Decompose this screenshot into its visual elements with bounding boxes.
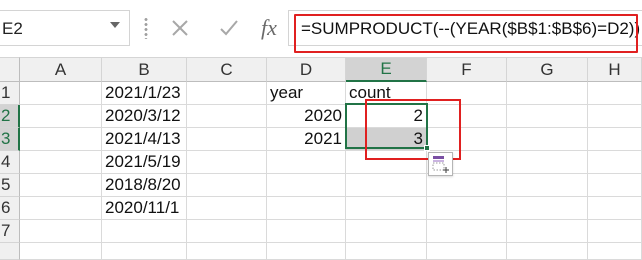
cell-a5[interactable]: [20, 174, 102, 197]
cell-g2[interactable]: [507, 105, 588, 128]
column-header-b[interactable]: B: [102, 57, 187, 82]
cell-a1[interactable]: [20, 82, 102, 105]
cell-c8[interactable]: [187, 243, 267, 260]
row-header-4[interactable]: 4: [0, 151, 20, 174]
cell-e7[interactable]: [346, 220, 427, 243]
cell-c1[interactable]: [187, 82, 267, 105]
cell-c6[interactable]: [187, 197, 267, 220]
cell-e4[interactable]: [346, 151, 427, 174]
row-header-1[interactable]: 1: [0, 82, 20, 105]
column-header-f[interactable]: F: [427, 57, 507, 82]
cell-d3[interactable]: 2021: [267, 128, 346, 151]
chevron-down-icon[interactable]: [110, 22, 120, 28]
quick-analysis-icon: [432, 156, 449, 173]
cell-a2[interactable]: [20, 105, 102, 128]
column-header-g[interactable]: G: [507, 57, 588, 82]
row-header-6[interactable]: 6: [0, 197, 20, 220]
x-icon: [172, 20, 188, 36]
cell-b3[interactable]: 2021/4/13: [102, 128, 187, 151]
insert-function-button[interactable]: fx: [252, 14, 286, 42]
cell-e8[interactable]: [346, 243, 427, 260]
cell-h8[interactable]: [588, 243, 642, 260]
cell-a4[interactable]: [20, 151, 102, 174]
cell-b7[interactable]: [102, 220, 187, 243]
select-all-corner[interactable]: [0, 57, 20, 82]
cell-g3[interactable]: [507, 128, 588, 151]
check-icon: [220, 20, 238, 36]
enter-button[interactable]: [212, 14, 246, 42]
cell-f2[interactable]: [427, 105, 507, 128]
cell-h1[interactable]: [588, 82, 642, 105]
cell-e6[interactable]: [346, 197, 427, 220]
cell-c5[interactable]: [187, 174, 267, 197]
cell-e3[interactable]: 3: [346, 128, 427, 151]
cell-b6[interactable]: 2020/11/1: [102, 197, 187, 220]
cell-d5[interactable]: [267, 174, 346, 197]
cell-b5[interactable]: 2018/8/20: [102, 174, 187, 197]
cell-e5[interactable]: [346, 174, 427, 197]
cell-g7[interactable]: [507, 220, 588, 243]
cell-g1[interactable]: [507, 82, 588, 105]
cell-e2[interactable]: 2: [346, 105, 427, 128]
cell-h4[interactable]: [588, 151, 642, 174]
cancel-button[interactable]: [163, 14, 197, 42]
cell-a8[interactable]: [20, 243, 102, 260]
formula-bar: E2 fx =SUMPRODUCT(--(YEAR($B$1:$B$6)=D2)…: [0, 0, 642, 57]
row-header-3[interactable]: 3: [0, 128, 20, 151]
cell-b8[interactable]: [102, 243, 187, 260]
cell-g5[interactable]: [507, 174, 588, 197]
cell-d2[interactable]: 2020: [267, 105, 346, 128]
row-header-5[interactable]: 5: [0, 174, 20, 197]
cell-b2[interactable]: 2020/3/12: [102, 105, 187, 128]
name-box-value: E2: [2, 19, 23, 38]
cell-f1[interactable]: [427, 82, 507, 105]
formula-text: =SUMPRODUCT(--(YEAR($B$1:$B$6)=D2)): [301, 19, 641, 38]
cell-f7[interactable]: [427, 220, 507, 243]
cell-f8[interactable]: [427, 243, 507, 260]
cell-h5[interactable]: [588, 174, 642, 197]
cell-g4[interactable]: [507, 151, 588, 174]
cell-a7[interactable]: [20, 220, 102, 243]
formula-input[interactable]: =SUMPRODUCT(--(YEAR($B$1:$B$6)=D2)): [288, 10, 642, 46]
cell-e1[interactable]: count: [346, 82, 427, 105]
cell-h2[interactable]: [588, 105, 642, 128]
quick-analysis-button[interactable]: [428, 152, 453, 176]
cell-h6[interactable]: [588, 197, 642, 220]
cell-b1[interactable]: 2021/1/23: [102, 82, 187, 105]
row-header-8[interactable]: [0, 243, 20, 260]
cell-c3[interactable]: [187, 128, 267, 151]
row-header-7[interactable]: 7: [0, 220, 20, 243]
cell-g8[interactable]: [507, 243, 588, 260]
cell-b4[interactable]: 2021/5/19: [102, 151, 187, 174]
cell-d8[interactable]: [267, 243, 346, 260]
cell-d1[interactable]: year: [267, 82, 346, 105]
column-header-c[interactable]: C: [187, 57, 267, 82]
column-header-e[interactable]: E: [346, 57, 427, 82]
cell-f5[interactable]: [427, 174, 507, 197]
formula-bar-separator: [144, 17, 148, 39]
cell-f6[interactable]: [427, 197, 507, 220]
cell-a6[interactable]: [20, 197, 102, 220]
column-header-h[interactable]: H: [588, 57, 642, 82]
cell-a3[interactable]: [20, 128, 102, 151]
cell-h3[interactable]: [588, 128, 642, 151]
cell-c2[interactable]: [187, 105, 267, 128]
cell-c4[interactable]: [187, 151, 267, 174]
fx-icon: fx: [261, 15, 277, 40]
cell-d7[interactable]: [267, 220, 346, 243]
name-box[interactable]: E2: [0, 10, 130, 46]
cell-h7[interactable]: [588, 220, 642, 243]
cell-d6[interactable]: [267, 197, 346, 220]
cell-d4[interactable]: [267, 151, 346, 174]
row-header-2[interactable]: 2: [0, 105, 20, 128]
column-header-d[interactable]: D: [267, 57, 346, 82]
cell-c7[interactable]: [187, 220, 267, 243]
column-header-a[interactable]: A: [20, 57, 102, 82]
cell-g6[interactable]: [507, 197, 588, 220]
cell-f3[interactable]: [427, 128, 507, 151]
